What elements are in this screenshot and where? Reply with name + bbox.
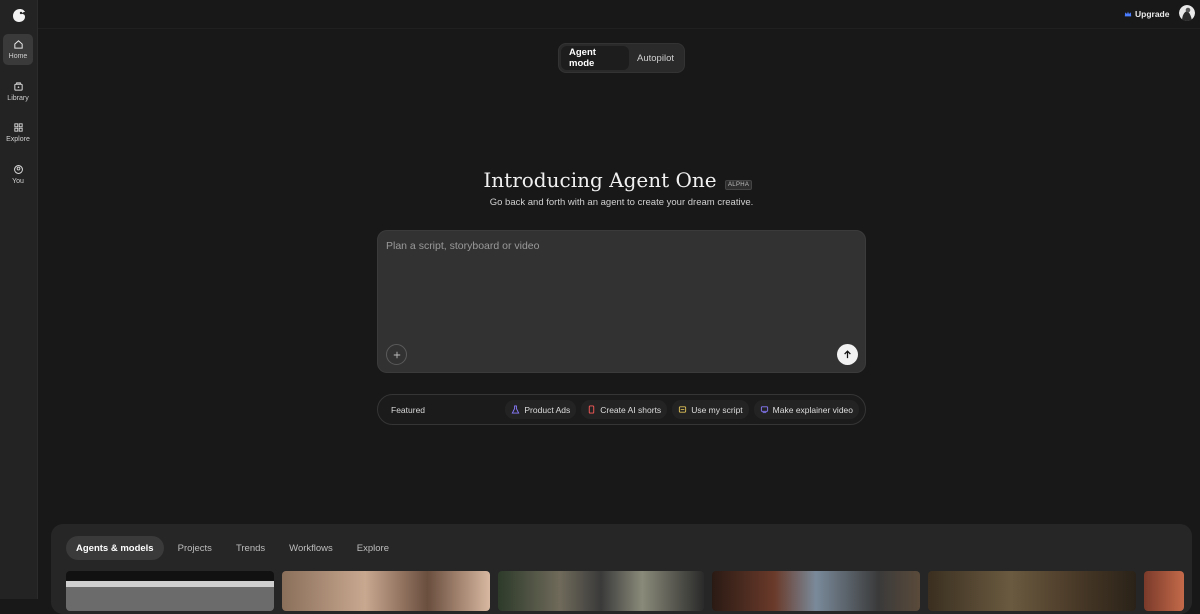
upgrade-label: Upgrade <box>1135 9 1170 19</box>
page-title-text: Introducing Agent One <box>483 168 717 192</box>
bottom-panel: Agents & models Projects Trends Workflow… <box>51 524 1192 614</box>
explore-icon <box>13 123 23 132</box>
chip-make-explainer-video[interactable]: Make explainer video <box>753 400 859 419</box>
thumbnail-card[interactable] <box>928 571 1136 611</box>
prompt-input[interactable] <box>386 240 846 340</box>
chip-label: Make explainer video <box>772 404 853 415</box>
flask-icon <box>512 405 520 414</box>
chip-create-ai-shorts[interactable]: Create AI shorts <box>581 400 668 419</box>
presentation-icon <box>760 406 768 414</box>
script-icon <box>679 406 687 413</box>
mode-toggle: Agent mode Autopilot <box>558 43 685 73</box>
tab-projects[interactable]: Projects <box>168 536 222 560</box>
thumbnail-card[interactable] <box>498 571 704 611</box>
featured-bar: Featured Product Ads Create AI shorts Us… <box>377 394 866 425</box>
featured-label: Featured <box>391 404 426 415</box>
arrow-up-icon <box>844 350 851 359</box>
tab-agent-mode[interactable]: Agent mode <box>561 46 630 70</box>
thumbnail-card[interactable] <box>712 571 920 611</box>
alpha-badge: ALPHA <box>725 180 753 190</box>
tab-autopilot[interactable]: Autopilot <box>629 46 682 70</box>
thumbnail-card[interactable] <box>66 571 274 611</box>
sidebar-item-label: Library <box>7 95 29 102</box>
upgrade-button[interactable]: Upgrade <box>1124 7 1169 21</box>
sidebar-item-explore[interactable]: Explore <box>3 117 33 148</box>
sidebar-item-home[interactable]: Home <box>3 34 33 65</box>
crown-icon <box>1124 11 1132 17</box>
sidebar: Home Library Explore You <box>0 0 38 599</box>
phone-icon <box>589 405 595 414</box>
chip-use-my-script[interactable]: Use my script <box>672 400 749 419</box>
send-button[interactable] <box>837 344 858 365</box>
avatar[interactable] <box>1179 5 1195 21</box>
header-divider <box>38 28 1200 29</box>
chip-label: Product Ads <box>524 404 571 415</box>
attach-button[interactable] <box>386 344 407 365</box>
app-logo-icon[interactable] <box>10 6 28 24</box>
chip-label: Create AI shorts <box>600 404 662 415</box>
tab-agents-models[interactable]: Agents & models <box>66 536 164 560</box>
prompt-composer <box>377 230 866 373</box>
sidebar-item-library[interactable]: Library <box>3 76 33 107</box>
home-icon <box>13 40 23 49</box>
thumbnail-card[interactable] <box>1144 571 1184 611</box>
chip-product-ads[interactable]: Product Ads <box>505 400 577 419</box>
tab-workflows[interactable]: Workflows <box>279 536 343 560</box>
sidebar-item-label: Home <box>8 53 28 60</box>
thumbnail-card[interactable] <box>282 571 490 611</box>
tab-trends[interactable]: Trends <box>226 536 275 560</box>
page-subtitle: Go back and forth with an agent to creat… <box>489 197 754 208</box>
page-title: Introducing Agent One <box>0 168 1200 192</box>
sidebar-item-label: Explore <box>6 136 30 143</box>
chip-label: Use my script <box>691 404 743 415</box>
tab-explore[interactable]: Explore <box>347 536 399 560</box>
plus-icon <box>393 351 400 358</box>
library-icon <box>13 82 23 91</box>
bottom-tabs: Agents & models Projects Trends Workflow… <box>66 536 399 560</box>
